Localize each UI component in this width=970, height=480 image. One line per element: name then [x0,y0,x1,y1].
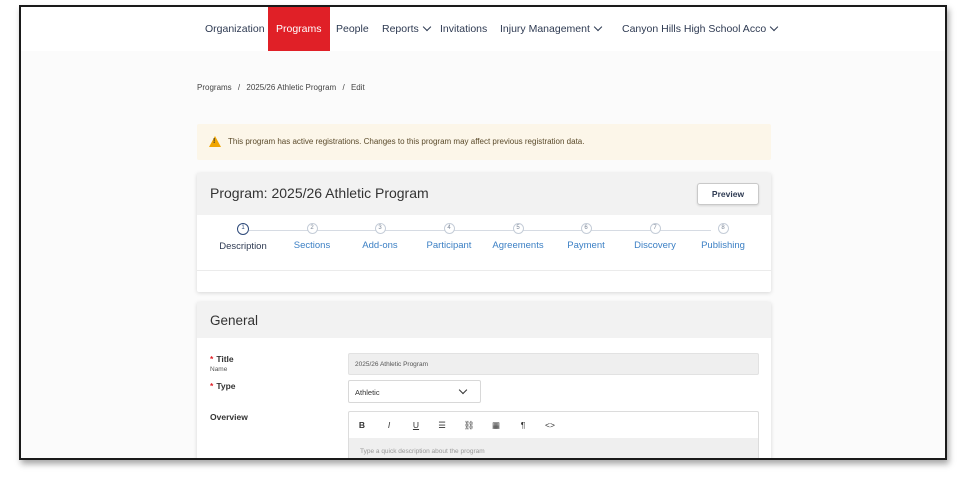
app-window: Organization Programs People Reports Inv… [19,5,947,460]
italic-button[interactable]: I [382,412,396,438]
required-mark: * [210,354,214,364]
step-label: Participant [426,240,472,251]
nav-account-label: Canyon Hills High School Acco [622,23,767,35]
nav-invitations[interactable]: Invitations [440,7,487,51]
bullet-list-icon[interactable]: ☰ [435,412,449,438]
step-add-ons[interactable]: 3 Add-ons [345,223,415,251]
warning-icon [209,136,221,147]
step-number: 7 [649,223,661,234]
step-wizard: 1 Description 2 Sections 3 Add-ons 4 Par… [197,215,771,265]
paragraph-icon[interactable]: ¶ [516,412,530,438]
overview-label: Overview [210,412,248,422]
step-payment[interactable]: 6 Payment [551,223,621,251]
alert-text: This program has active registrations. C… [228,137,585,146]
program-card: Program: 2025/26 Athletic Program Previe… [197,173,771,292]
chevron-down-icon [458,385,468,395]
nav-programs[interactable]: Programs [268,7,330,51]
nav-injury-management[interactable]: Injury Management [500,7,603,51]
nav-people[interactable]: People [336,7,369,51]
step-publishing[interactable]: 8 Publishing [688,223,758,251]
step-number: 6 [580,223,592,234]
step-label: Publishing [701,240,745,251]
table-icon[interactable]: ▦ [489,412,503,438]
warning-alert: This program has active registrations. C… [197,124,771,160]
breadcrumb-edit: Edit [350,83,365,92]
title-input[interactable]: 2025/26 Athletic Program [348,353,759,375]
underline-button[interactable]: U [409,412,423,438]
type-label: * Type [210,381,236,391]
breadcrumb-separator: / [237,83,241,92]
type-select[interactable]: Athletic [348,380,481,403]
top-nav: Organization Programs People Reports Inv… [21,7,945,51]
step-label: Description [219,241,267,252]
chevron-down-icon [769,22,779,32]
program-header: Program: 2025/26 Athletic Program Previe… [197,173,771,215]
preview-button[interactable]: Preview [697,183,759,205]
chevron-down-icon [593,22,603,32]
nav-reports[interactable]: Reports [382,7,432,51]
breadcrumb-programs[interactable]: Programs [197,83,232,92]
step-number: 3 [374,223,386,234]
step-number: 2 [306,223,318,234]
breadcrumb: Programs / 2025/26 Athletic Program / Ed… [197,83,369,92]
title-sublabel: Name [210,366,228,373]
title-label: * Title [210,354,234,364]
breadcrumb-program[interactable]: 2025/26 Athletic Program [246,83,336,92]
type-select-value: Athletic [355,388,380,397]
step-number: 8 [717,223,729,234]
title-label-text: Title [216,354,234,364]
nav-organization[interactable]: Organization [205,7,265,51]
link-icon[interactable]: ⛓ [462,412,476,438]
step-label: Sections [293,240,331,251]
nav-account-switcher[interactable]: Canyon Hills High School Acco [622,7,779,51]
breadcrumb-separator: / [342,83,345,92]
step-agreements[interactable]: 5 Agreements [483,223,553,251]
step-participant[interactable]: 4 Participant [414,223,484,251]
required-mark: * [210,381,214,391]
nav-reports-label: Reports [382,23,419,35]
general-header: General [197,302,771,338]
chevron-down-icon [422,22,432,32]
overview-textarea[interactable]: Type a quick description about the progr… [349,438,758,458]
step-label: Agreements [492,240,544,251]
nav-injury-management-label: Injury Management [500,23,590,35]
type-label-text: Type [216,381,236,391]
step-sections[interactable]: 2 Sections [277,223,347,251]
step-discovery[interactable]: 7 Discovery [620,223,690,251]
divider [197,270,771,271]
step-description[interactable]: 1 Description [208,223,278,252]
bold-button[interactable]: B [355,412,369,438]
step-number: 1 [237,223,249,235]
code-icon[interactable]: <> [543,412,557,438]
page-title: Program: 2025/26 Athletic Program [210,185,429,201]
step-number: 5 [512,223,524,234]
step-number: 4 [443,223,455,234]
general-card: General * Title Name 2025/26 Athletic Pro… [197,302,771,458]
step-label: Discovery [634,240,676,251]
overview-editor: B I U ☰ ⛓ ▦ ¶ <> Type a quick descriptio… [348,411,759,458]
step-label: Payment [567,240,605,251]
step-label: Add-ons [362,240,398,251]
general-heading: General [210,313,259,328]
editor-toolbar: B I U ☰ ⛓ ▦ ¶ <> [349,412,758,438]
